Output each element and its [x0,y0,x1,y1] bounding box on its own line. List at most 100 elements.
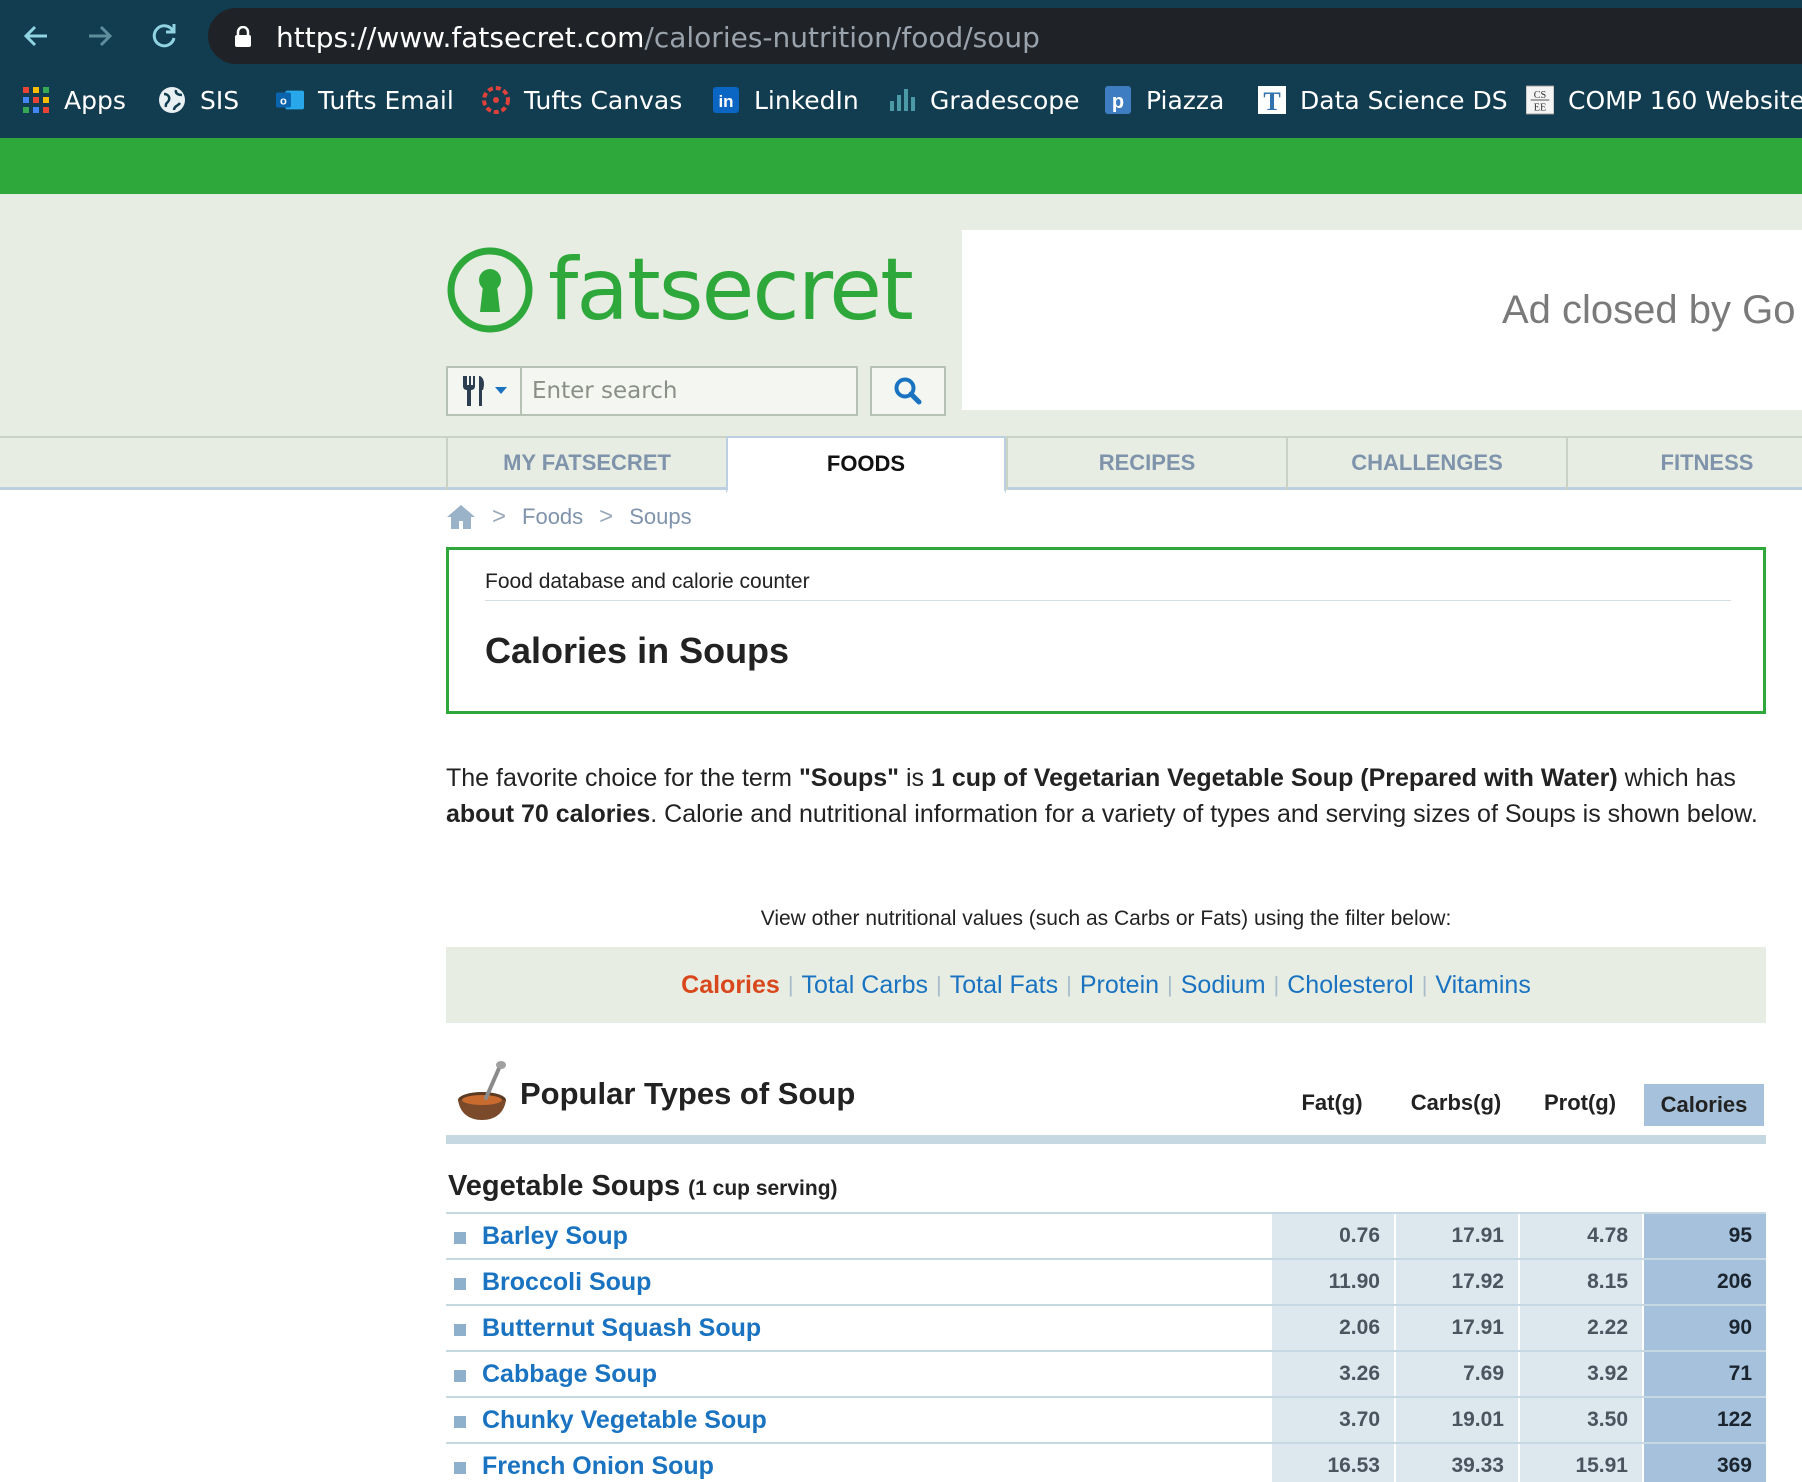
tab-fitness[interactable]: FITNESS [1566,436,1802,490]
cs-logo-icon: CS EE [1526,85,1554,115]
page-subtitle: Food database and calorie counter [485,570,810,593]
bookmark-tufts-canvas[interactable]: Tufts Canvas [482,78,682,122]
fork-knife-icon [463,376,484,406]
table-row: French Onion Soup 16.53 39.33 15.91 369 [446,1442,1766,1482]
home-icon[interactable] [446,503,476,531]
bookmark-data-science[interactable]: T Data Science DS [1258,78,1508,122]
page-title: Calories in Soups [485,630,790,671]
bar-chart-icon [888,86,916,114]
svg-text:CS: CS [1534,90,1547,101]
calories-value: 206 [1642,1260,1766,1306]
bookmark-gradescope[interactable]: Gradescope [888,78,1080,122]
carbs-value: 39.33 [1394,1444,1518,1482]
fat-value: 3.70 [1270,1398,1394,1444]
svg-text:in: in [718,92,733,111]
svg-text:T: T [1263,87,1280,114]
filter-sodium[interactable]: Sodium [1173,971,1274,1000]
carbs-value: 17.92 [1394,1260,1518,1306]
calories-value: 90 [1642,1306,1766,1352]
calories-value: 369 [1642,1444,1766,1482]
breadcrumb-foods[interactable]: Foods [522,504,583,530]
bookmark-linkedin[interactable]: in LinkedIn [712,78,859,122]
protein-value: 3.92 [1518,1352,1642,1398]
globe-icon [158,86,186,114]
tab-challenges[interactable]: CHALLENGES [1286,436,1566,490]
filter-calories[interactable]: Calories [673,971,788,1000]
column-header-protein: Prot(g) [1543,1090,1617,1115]
page-title-box: Food database and calorie counter Calori… [446,547,1766,714]
filter-total-fats[interactable]: Total Fats [942,971,1066,1000]
bullet-icon [454,1462,466,1474]
fat-value: 0.76 [1270,1214,1394,1260]
chevron-down-icon [495,387,507,394]
reload-button[interactable] [142,14,186,58]
main-nav-tabs: MY FATSECRET FOODS RECIPES CHALLENGES FI… [0,436,1802,493]
food-link[interactable]: Barley Soup [482,1222,628,1251]
filter-total-carbs[interactable]: Total Carbs [794,971,936,1000]
calories-value: 95 [1642,1214,1766,1260]
fat-value: 11.90 [1270,1260,1394,1306]
ad-placeholder: Ad closed by Go [962,230,1802,410]
back-arrow-icon [23,25,47,47]
canvas-icon [482,86,510,114]
search-button[interactable] [870,366,946,416]
apps-grid-icon [22,86,50,114]
bullet-icon [454,1370,466,1382]
keyhole-logo-icon [447,247,533,333]
bookmark-comp160[interactable]: CS EE COMP 160 Website [1526,78,1802,122]
bookmark-apps[interactable]: Apps [22,78,126,122]
svg-text:p: p [1112,91,1124,113]
bookmark-piazza[interactable]: p Piazza [1104,78,1224,122]
forward-arrow-icon [89,25,113,47]
chevron-right-icon: > [492,503,507,530]
column-header-carbs: Carbs(g) [1410,1090,1502,1115]
reload-icon [152,24,176,48]
chevron-right-icon: > [599,503,614,530]
food-link[interactable]: Butternut Squash Soup [482,1314,761,1343]
carbs-value: 17.91 [1394,1214,1518,1260]
group-title: Vegetable Soups (1 cup serving) [448,1170,838,1202]
calories-value: 122 [1642,1398,1766,1444]
linkedin-icon: in [712,86,740,114]
tab-recipes[interactable]: RECIPES [1006,436,1286,490]
fat-value: 3.26 [1270,1352,1394,1398]
url-text: https://www.fatsecret.com/calories-nutri… [276,21,1040,54]
filter-note: View other nutritional values (such as C… [760,907,1452,930]
fat-value: 2.06 [1270,1306,1394,1352]
search-input[interactable]: Enter search [522,366,858,416]
filter-cholesterol[interactable]: Cholesterol [1279,971,1421,1000]
breadcrumb-soups[interactable]: Soups [629,504,691,530]
forward-button[interactable] [78,14,122,58]
table-row: Butternut Squash Soup 2.06 17.91 2.22 90 [446,1304,1766,1352]
piazza-icon: p [1104,86,1132,114]
bookmark-tufts-email[interactable]: o Tufts Email [276,78,454,122]
fat-value: 16.53 [1270,1444,1394,1482]
tab-foods[interactable]: FOODS [726,436,1006,493]
filter-vitamins[interactable]: Vitamins [1427,971,1538,1000]
intro-paragraph: The favorite choice for the term "Soups"… [446,764,1758,828]
table-row: Barley Soup 0.76 17.91 4.78 95 [446,1212,1766,1260]
breadcrumb: > Foods > Soups [446,503,692,531]
column-header-fat: Fat(g) [1301,1090,1363,1115]
tab-my-fatsecret[interactable]: MY FATSECRET [446,436,726,490]
search-type-selector[interactable] [446,366,522,416]
browser-chrome: https://www.fatsecret.com/calories-nutri… [0,0,1802,138]
back-button[interactable] [14,14,58,58]
lock-icon [235,26,251,47]
table-row: Chunky Vegetable Soup 3.70 19.01 3.50 12… [446,1396,1766,1444]
svg-text:o: o [280,96,287,108]
bullet-icon [454,1324,466,1336]
food-link[interactable]: Cabbage Soup [482,1360,657,1389]
address-bar[interactable]: https://www.fatsecret.com/calories-nutri… [208,8,1802,64]
food-link[interactable]: Broccoli Soup [482,1268,651,1297]
food-link[interactable]: French Onion Soup [482,1452,714,1481]
table-row: Broccoli Soup 11.90 17.92 8.15 206 [446,1258,1766,1306]
column-header-calories: Calories [1644,1084,1764,1126]
site-top-bar [0,138,1802,194]
divider [485,600,1731,601]
filter-protein[interactable]: Protein [1072,971,1167,1000]
tufts-t-icon: T [1258,86,1286,114]
fatsecret-logo[interactable]: fatsecret [446,246,914,334]
food-link[interactable]: Chunky Vegetable Soup [482,1406,767,1435]
bookmark-sis[interactable]: SIS [158,78,239,122]
